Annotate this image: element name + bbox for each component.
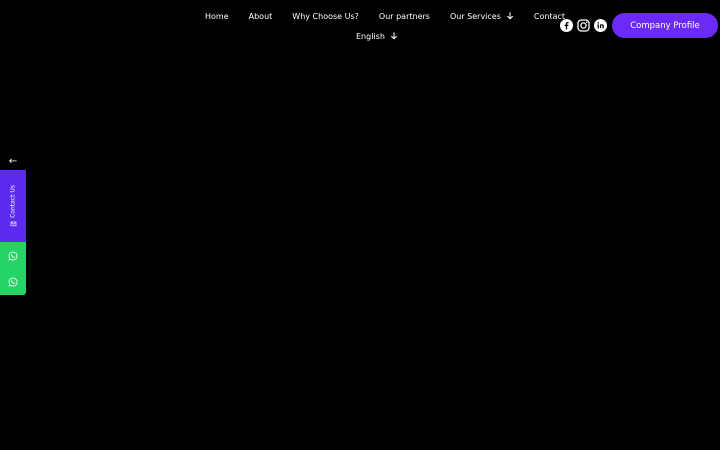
whatsapp-panel bbox=[0, 242, 26, 295]
company-profile-button[interactable]: Company Profile bbox=[612, 13, 718, 38]
language-label: English bbox=[356, 31, 385, 41]
nav-item-label: Why Choose Us? bbox=[292, 11, 359, 21]
instagram-icon[interactable] bbox=[577, 19, 590, 32]
social-links bbox=[560, 19, 611, 32]
contact-us-label: Contact Us bbox=[9, 185, 17, 218]
language-selector[interactable]: English bbox=[356, 30, 398, 42]
facebook-icon[interactable] bbox=[560, 19, 573, 32]
main-navigation: Home About Why Choose Us? Our partners O… bbox=[195, 10, 585, 22]
whatsapp-icon[interactable] bbox=[8, 251, 18, 261]
nav-item-label: Our partners bbox=[378, 11, 430, 21]
contact-us-tab[interactable]: Contact Us bbox=[0, 170, 26, 242]
whatsapp-icon[interactable] bbox=[8, 277, 18, 287]
mail-icon bbox=[10, 221, 16, 227]
nav-item-about[interactable]: About bbox=[249, 12, 273, 21]
side-panel-toggle[interactable]: ← bbox=[6, 156, 20, 168]
nav-item-label: About bbox=[248, 11, 273, 21]
linkedin-icon[interactable] bbox=[594, 19, 607, 32]
page: Home About Why Choose Us? Our partners O… bbox=[0, 0, 720, 450]
nav-item-label: Home bbox=[205, 11, 229, 21]
nav-item-why-choose-us[interactable]: Why Choose Us? bbox=[292, 12, 359, 21]
nav-item-our-partners[interactable]: Our partners bbox=[379, 12, 430, 21]
contact-us-content: Contact Us bbox=[10, 185, 17, 227]
arrow-down-icon bbox=[506, 12, 513, 20]
nav-item-our-services[interactable]: Our Services bbox=[450, 12, 514, 21]
nav-item-label: Our Services bbox=[449, 11, 501, 21]
company-profile-label: Company Profile bbox=[630, 20, 700, 31]
arrow-down-icon bbox=[390, 32, 397, 40]
nav-item-home[interactable]: Home bbox=[205, 12, 229, 21]
